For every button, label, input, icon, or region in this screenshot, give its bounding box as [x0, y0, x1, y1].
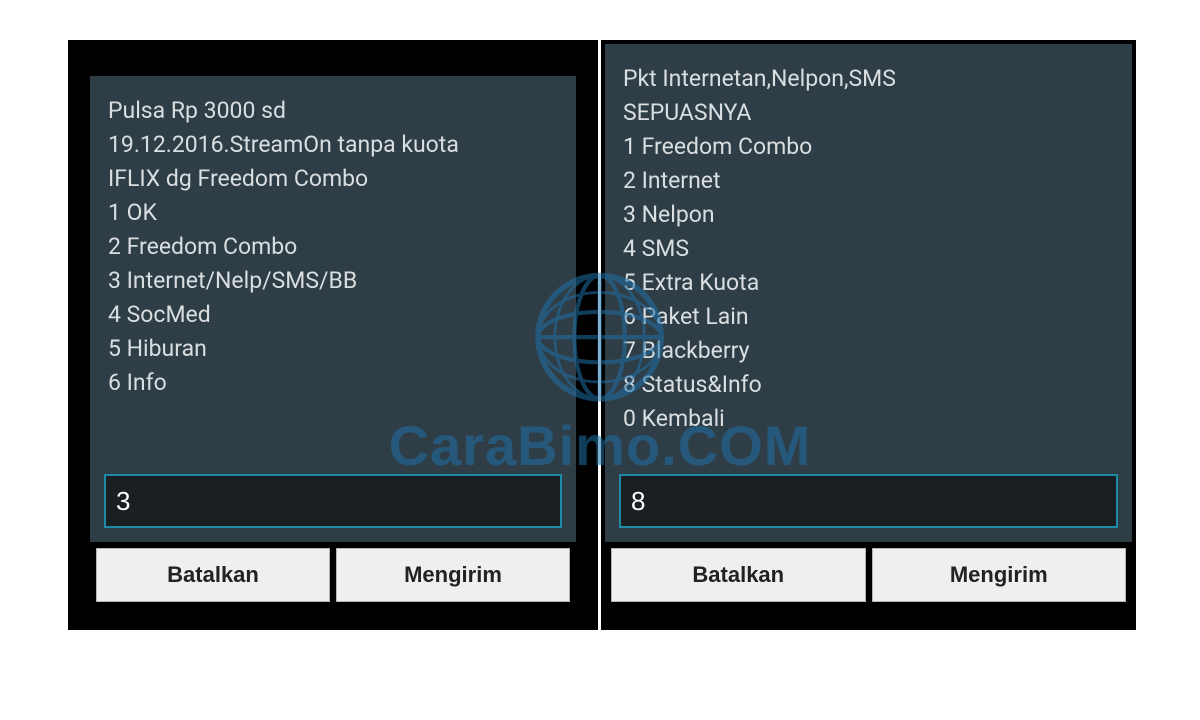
ussd-input[interactable] — [619, 474, 1118, 528]
ussd-dialog-right: Pkt Internetan,Nelpon,SMS SEPUASNYA 1 Fr… — [605, 44, 1132, 608]
input-wrap — [605, 474, 1132, 542]
send-button[interactable]: Mengirim — [336, 548, 570, 602]
ussd-input[interactable] — [104, 474, 562, 528]
phone-left: Pulsa Rp 3000 sd 19.12.2016.StreamOn tan… — [68, 40, 598, 630]
send-button[interactable]: Mengirim — [872, 548, 1127, 602]
cancel-button[interactable]: Batalkan — [611, 548, 866, 602]
ussd-message: Pulsa Rp 3000 sd 19.12.2016.StreamOn tan… — [90, 76, 576, 474]
cancel-button[interactable]: Batalkan — [96, 548, 330, 602]
ussd-message: Pkt Internetan,Nelpon,SMS SEPUASNYA 1 Fr… — [605, 44, 1132, 474]
input-wrap — [90, 474, 576, 542]
button-row: Batalkan Mengirim — [90, 542, 576, 608]
phone-right: Pkt Internetan,Nelpon,SMS SEPUASNYA 1 Fr… — [598, 40, 1136, 630]
screenshot-pair: Pulsa Rp 3000 sd 19.12.2016.StreamOn tan… — [68, 40, 1136, 630]
ussd-dialog-left: Pulsa Rp 3000 sd 19.12.2016.StreamOn tan… — [90, 76, 576, 608]
button-row: Batalkan Mengirim — [605, 542, 1132, 608]
